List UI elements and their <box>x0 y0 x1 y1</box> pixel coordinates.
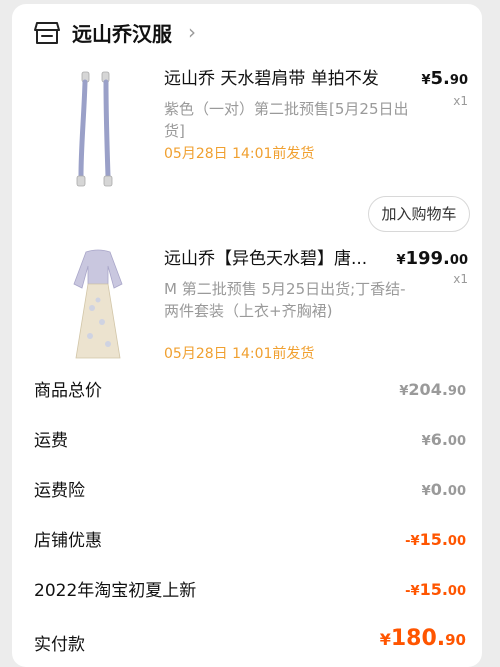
store-name[interactable]: 远山乔汉服 <box>72 18 172 47</box>
event-discount-label: 2022年淘宝初夏上新 <box>34 581 197 601</box>
strap-thumbnail <box>62 66 132 194</box>
ship-deadline: 05月28日 14:01前发货 <box>164 346 315 362</box>
paid-total-label: 实付款 <box>34 635 85 655</box>
goods-total-row: 商品总价 ¥204.90 <box>12 374 482 414</box>
event-discount-row: 2022年淘宝初夏上新 -¥15.00 <box>12 574 482 614</box>
event-discount-value: -¥15.00 <box>405 580 466 599</box>
store-discount-label: 店铺优惠 <box>34 531 102 551</box>
chevron-right-icon[interactable]: › <box>188 21 196 43</box>
shipping-value: ¥6.00 <box>421 430 466 449</box>
shipping-insurance-row: 运费险 ¥0.00 <box>12 474 482 514</box>
product-spec: 紫色（一对）第二批预售[5月25日出货] <box>164 100 409 140</box>
product-title[interactable]: 远山乔 天水碧肩带 单拍不发 <box>164 68 420 90</box>
ship-deadline: 05月28日 14:01前发货 <box>164 146 315 162</box>
store-discount-value: -¥15.00 <box>405 530 466 549</box>
shipping-label: 运费 <box>34 431 68 451</box>
product-title[interactable]: 远山乔【异色天水碧】唐... <box>164 248 390 270</box>
product-quantity: x1 <box>453 94 468 108</box>
paid-total-row: 实付款 ¥180.90 <box>12 624 482 664</box>
product-price: ¥5.90 <box>421 68 468 89</box>
product-quantity: x1 <box>453 272 468 286</box>
goods-total-label: 商品总价 <box>34 381 102 401</box>
store-header[interactable]: 远山乔汉服 › <box>12 4 482 60</box>
shipping-insurance-value: ¥0.00 <box>421 480 466 499</box>
store-discount-row: 店铺优惠 -¥15.00 <box>12 524 482 564</box>
dress-thumbnail <box>62 244 134 362</box>
order-card: 远山乔汉服 › 远山乔 天水碧肩带 单拍不发 紫色（一对）第二批预售[5月25日… <box>12 4 482 667</box>
add-to-cart-button[interactable]: 加入购物车 <box>368 196 470 232</box>
paid-total-value: ¥180.90 <box>379 626 466 651</box>
store-icon <box>34 22 60 44</box>
product-spec: M 第二批预售 5月25日出货;丁香结-两件套装（上衣+齐胸裙) <box>164 280 406 320</box>
product-price: ¥199.00 <box>396 248 468 269</box>
shipping-insurance-label: 运费险 <box>34 481 85 501</box>
shipping-row: 运费 ¥6.00 <box>12 424 482 464</box>
goods-total-value: ¥204.90 <box>399 380 466 399</box>
